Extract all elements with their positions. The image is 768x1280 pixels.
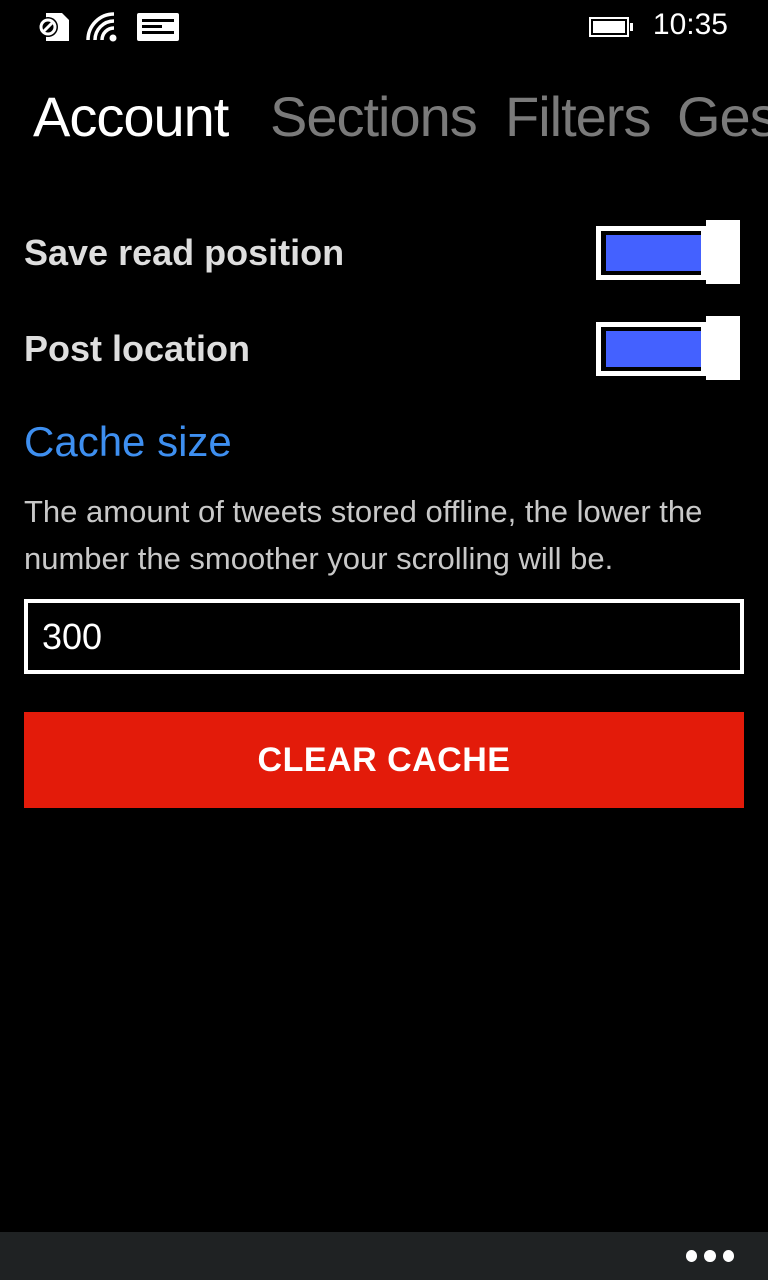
dot [686, 1250, 698, 1262]
notification-icon [137, 13, 179, 41]
tab-sections[interactable]: Sections [270, 84, 478, 149]
sim-blocked-icon [38, 13, 69, 41]
cache-size-input[interactable] [24, 599, 744, 674]
tab-gestures[interactable]: Ges [677, 84, 768, 149]
save-read-position-toggle[interactable] [596, 220, 740, 284]
cache-size-description: The amount of tweets stored offline, the… [24, 494, 703, 576]
dot [704, 1250, 716, 1262]
post-location-row: Post location [24, 316, 744, 380]
status-bar: 10:35 [0, 0, 768, 56]
clock: 10:35 [652, 8, 728, 41]
save-read-position-row: Save read position [24, 220, 744, 284]
toggle-fill [606, 331, 701, 367]
cache-size-title: Cache size [24, 418, 232, 465]
toggle-fill [606, 235, 701, 271]
clear-cache-button[interactable]: CLEAR CACHE [24, 712, 744, 808]
toggle-thumb[interactable] [706, 220, 740, 284]
pivot-header: Account Sections Filters Ges [0, 84, 768, 164]
tab-filters[interactable]: Filters [505, 84, 651, 149]
save-read-position-label: Save read position [24, 232, 345, 273]
tab-account[interactable]: Account [33, 84, 229, 149]
toggle-thumb[interactable] [706, 316, 740, 380]
post-location-label: Post location [24, 328, 251, 369]
app-bar [0, 1232, 768, 1280]
dot [722, 1250, 734, 1262]
battery-icon [589, 17, 633, 37]
wifi-icon [86, 12, 117, 42]
ellipsis-icon[interactable] [686, 1246, 734, 1266]
post-location-toggle[interactable] [596, 316, 740, 380]
